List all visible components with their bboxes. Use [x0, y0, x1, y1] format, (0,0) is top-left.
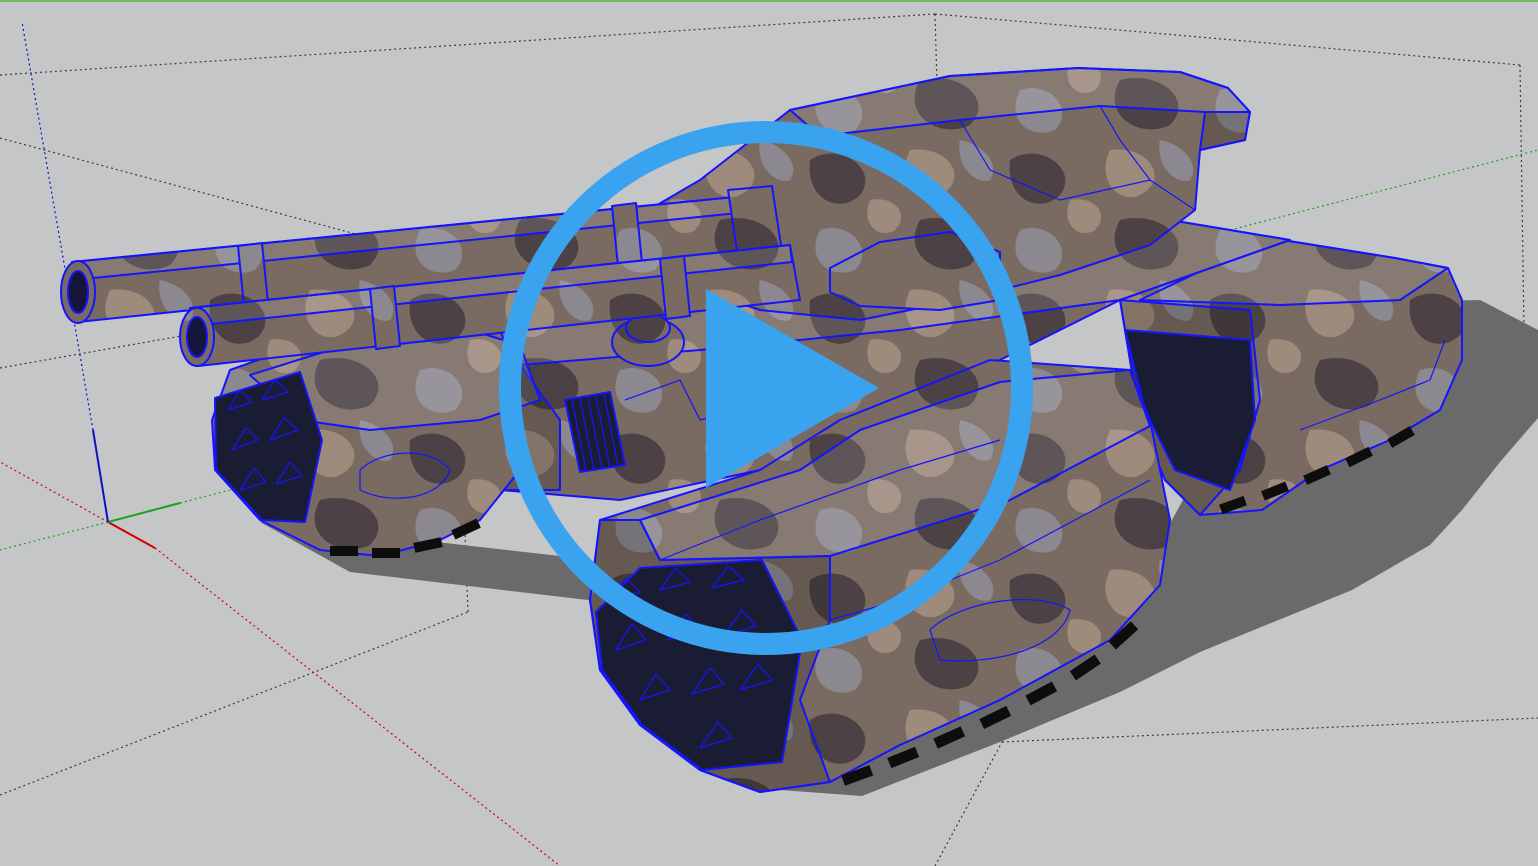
upper-barrel-bore	[67, 270, 89, 314]
lower-barrel-collar	[659, 255, 691, 320]
viewport-top-border	[0, 0, 1538, 2]
sketchup-viewport[interactable]	[0, 0, 1538, 866]
track-pad	[330, 546, 358, 556]
lower-barrel-collar	[369, 285, 401, 350]
modeling-canvas[interactable]	[0, 0, 1538, 866]
track-pad	[372, 548, 400, 558]
upper-barrel-collar	[237, 242, 269, 307]
upper-barrel-collar	[611, 202, 643, 267]
lower-barrel-bore	[186, 316, 208, 358]
